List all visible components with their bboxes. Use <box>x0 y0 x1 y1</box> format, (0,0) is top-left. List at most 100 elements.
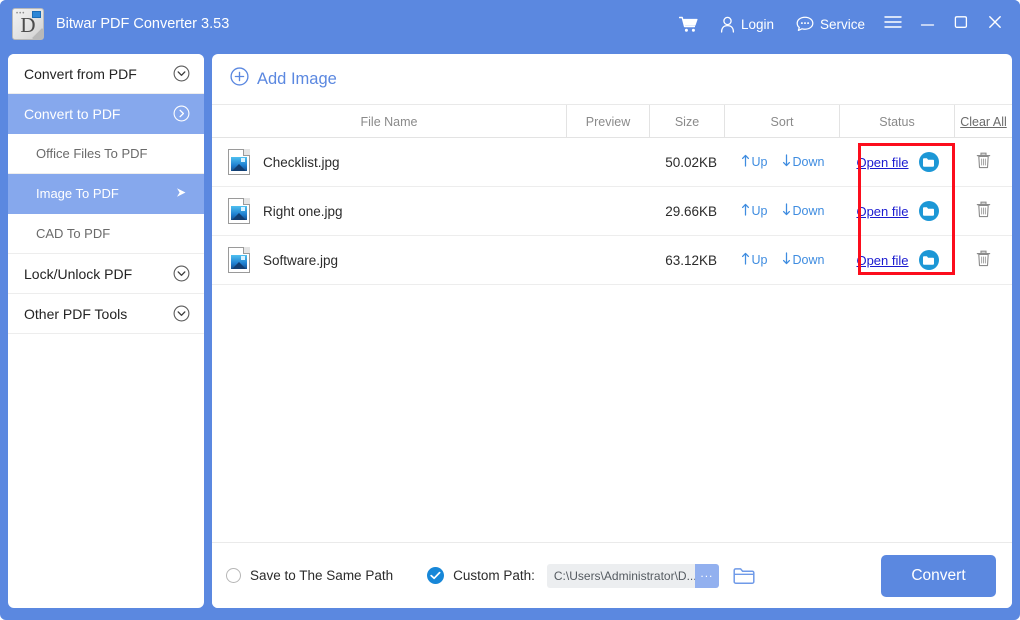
move-up-button[interactable]: Up <box>741 203 768 219</box>
column-header-file-name: File Name <box>212 105 567 138</box>
logo-letter-d: D <box>20 13 36 37</box>
folder-circle-icon[interactable] <box>918 152 939 172</box>
sidebar-item-convert-to-pdf[interactable]: Convert to PDF <box>8 94 204 134</box>
open-file-link[interactable]: Open file <box>856 253 908 268</box>
status-cell: Open file <box>840 236 955 284</box>
delete-cell <box>955 138 1012 186</box>
menu-button[interactable] <box>876 0 910 48</box>
chevron-right-circle-icon <box>173 105 190 122</box>
add-image-button[interactable]: Add Image <box>230 67 337 91</box>
table-row: Checklist.jpg 50.02KB Up Down Open file <box>212 138 1012 187</box>
sidebar-item-cad-to-pdf[interactable]: CAD To PDF <box>8 214 204 254</box>
arrow-up-icon <box>741 154 750 170</box>
close-button[interactable] <box>978 0 1012 48</box>
save-same-path-option[interactable]: Save to The Same Path <box>226 568 393 583</box>
sidebar-item-label: Image To PDF <box>36 186 119 201</box>
plus-circle-icon <box>230 67 249 91</box>
preview-cell[interactable] <box>567 187 650 235</box>
file-name-label: Software.jpg <box>263 252 339 268</box>
column-header-size: Size <box>650 105 725 138</box>
move-down-button[interactable]: Down <box>782 203 825 219</box>
trash-icon[interactable] <box>975 200 992 222</box>
move-down-button[interactable]: Down <box>782 154 825 170</box>
chevron-down-circle-icon <box>173 305 190 322</box>
file-name-cell: Checklist.jpg <box>212 138 567 186</box>
open-file-link[interactable]: Open file <box>856 204 908 219</box>
move-down-label: Down <box>792 204 825 218</box>
minimize-button[interactable] <box>910 0 944 48</box>
sidebar-item-label: Convert to PDF <box>24 105 121 122</box>
trash-icon[interactable] <box>975 151 992 173</box>
user-icon <box>720 16 735 33</box>
service-label: Service <box>819 16 865 32</box>
arrow-down-icon <box>782 252 791 268</box>
login-button[interactable]: Login <box>709 0 785 48</box>
file-name-cell: Right one.jpg <box>212 187 567 235</box>
move-up-button[interactable]: Up <box>741 252 768 268</box>
file-name-label: Right one.jpg <box>263 203 343 219</box>
move-up-label: Up <box>751 204 768 218</box>
minimize-icon <box>920 15 935 33</box>
sidebar-item-convert-from-pdf[interactable]: Convert from PDF <box>8 54 204 94</box>
arrow-down-icon <box>782 203 791 219</box>
clear-all-button[interactable]: Clear All <box>955 105 1012 138</box>
trash-icon[interactable] <box>975 249 992 271</box>
sidebar-item-label: CAD To PDF <box>36 226 111 241</box>
column-header-preview: Preview <box>567 105 650 138</box>
convert-button[interactable]: Convert <box>881 554 996 597</box>
table-row: Software.jpg 63.12KB Up Down Open file <box>212 236 1012 285</box>
image-file-icon <box>228 149 250 175</box>
arrow-up-icon <box>741 252 750 268</box>
column-header-status: Status <box>840 105 955 138</box>
sidebar-item-other-pdf-tools[interactable]: Other PDF Tools <box>8 294 204 334</box>
chevron-down-circle-icon <box>173 65 190 82</box>
move-down-button[interactable]: Down <box>782 252 825 268</box>
service-button[interactable]: Service <box>785 0 876 48</box>
custom-path-input[interactable]: C:\Users\Administrator\D... <box>546 563 695 588</box>
sidebar-item-image-to-pdf[interactable]: Image To PDF <box>8 174 204 214</box>
image-file-icon <box>228 247 250 273</box>
sidebar: Convert from PDF Convert to PDF Office F… <box>8 54 204 608</box>
close-icon <box>988 15 1002 34</box>
file-size-label: 50.02KB <box>665 154 717 170</box>
main-panel: Add Image File Name Preview Size Sort St… <box>212 54 1012 608</box>
sidebar-item-label: Office Files To PDF <box>36 146 148 161</box>
sidebar-item-office-files-to-pdf[interactable]: Office Files To PDF <box>8 134 204 174</box>
arrow-down-icon <box>782 154 791 170</box>
table-header: File Name Preview Size Sort Status Clear… <box>212 105 1012 138</box>
app-logo-icon: ••• D <box>12 8 44 40</box>
sidebar-item-label: Other PDF Tools <box>24 305 128 322</box>
file-name-label: Checklist.jpg <box>263 154 340 170</box>
title-bar: ••• D Bitwar PDF Converter 3.53 Login Se… <box>0 0 1020 48</box>
move-up-label: Up <box>751 155 768 169</box>
chat-bubble-icon <box>796 16 814 32</box>
shopping-cart-icon <box>678 16 698 33</box>
custom-path-option[interactable]: Custom Path: <box>427 567 535 584</box>
preview-cell[interactable] <box>567 138 650 186</box>
path-field-group: C:\Users\Administrator\D... ... <box>546 563 719 588</box>
sort-cell: Up Down <box>725 138 840 186</box>
sidebar-item-label: Lock/Unlock PDF <box>24 265 133 282</box>
open-file-link[interactable]: Open file <box>856 155 908 170</box>
maximize-button[interactable] <box>944 0 978 48</box>
chevron-down-circle-icon <box>173 265 190 282</box>
arrow-right-icon <box>175 186 190 202</box>
file-size-label: 29.66KB <box>665 203 717 219</box>
move-down-label: Down <box>792 155 825 169</box>
folder-circle-icon[interactable] <box>918 250 939 270</box>
open-folder-button[interactable] <box>733 567 755 585</box>
column-header-sort: Sort <box>725 105 840 138</box>
title-bar-actions: Login Service <box>668 0 1020 48</box>
preview-cell[interactable] <box>567 236 650 284</box>
file-size-label: 63.12KB <box>665 252 717 268</box>
browse-path-button[interactable]: ... <box>694 563 719 588</box>
logo-dots: ••• <box>16 11 26 17</box>
cart-button[interactable] <box>668 0 709 48</box>
move-up-button[interactable]: Up <box>741 154 768 170</box>
folder-circle-icon[interactable] <box>918 201 939 221</box>
app-window: ••• D Bitwar PDF Converter 3.53 Login Se… <box>0 0 1020 620</box>
status-cell: Open file <box>840 138 955 186</box>
add-image-label: Add Image <box>257 69 337 88</box>
move-down-label: Down <box>792 253 825 267</box>
sidebar-item-lock-unlock-pdf[interactable]: Lock/Unlock PDF <box>8 254 204 294</box>
